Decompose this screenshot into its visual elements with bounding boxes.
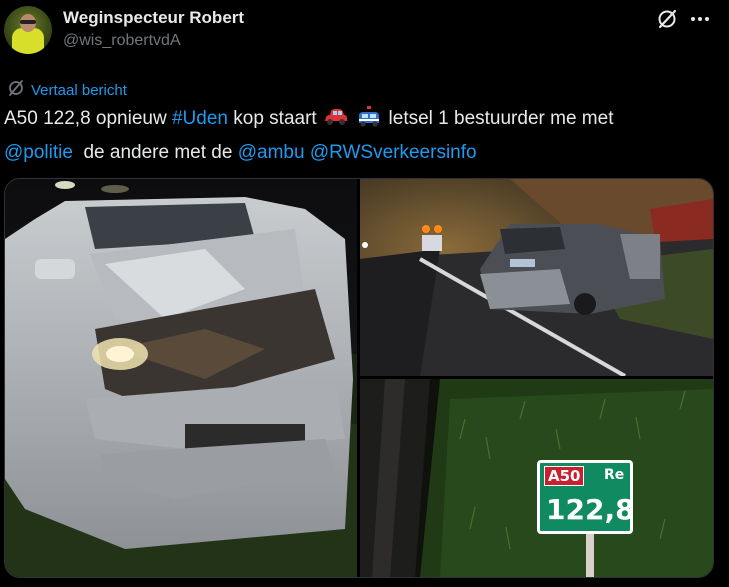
tweet-text-part: de andere met de <box>72 142 238 163</box>
avatar-sunglasses <box>20 20 36 24</box>
avatar[interactable] <box>4 6 52 54</box>
author-name[interactable]: Weginspecteur Robert <box>63 8 244 28</box>
tweet-text: A50 122,8 opnieuw #Uden kop staart letse… <box>4 104 719 168</box>
tweet-line-2: @politie de andere met de @ambu @RWSverk… <box>4 138 719 168</box>
translate-button[interactable]: Vertaal bericht <box>7 79 127 101</box>
grok-icon[interactable] <box>656 8 678 30</box>
tweet-text-part: letsel 1 bestuurder me met <box>383 108 614 129</box>
mention-rws[interactable]: @RWSverkeersinfo <box>310 142 477 163</box>
sign-direction: Re <box>604 467 625 483</box>
hashtag-link[interactable]: #Uden <box>172 108 228 129</box>
translate-icon <box>7 79 25 101</box>
author-handle[interactable]: @wis_robertvdA <box>63 32 181 50</box>
media-grid: A50 Re 122,8 <box>4 178 714 578</box>
crashed-car-front-photo[interactable] <box>5 179 357 577</box>
damaged-car-rear-highway-photo[interactable] <box>360 179 713 376</box>
sign-road-number: A50 <box>544 466 585 486</box>
police-car-icon <box>355 106 383 138</box>
kilometer-marker-sign-photo[interactable]: A50 Re 122,8 <box>360 379 713 577</box>
sign-post <box>586 533 594 577</box>
hectometer-sign: A50 Re 122,8 <box>537 460 635 534</box>
tweet-text-part: A50 122,8 opnieuw <box>4 108 172 129</box>
mention-politie[interactable]: @politie <box>4 142 73 163</box>
more-icon[interactable] <box>688 8 712 30</box>
translate-label: Vertaal bericht <box>31 81 127 99</box>
tweet-line-1: A50 122,8 opnieuw #Uden kop staart letse… <box>4 104 719 138</box>
sign-hectometer-value: 122,8 <box>546 493 635 526</box>
tweet-text-part: kop staart <box>227 108 322 129</box>
red-car-icon <box>322 106 350 138</box>
mention-ambu[interactable]: @ambu <box>238 142 305 163</box>
